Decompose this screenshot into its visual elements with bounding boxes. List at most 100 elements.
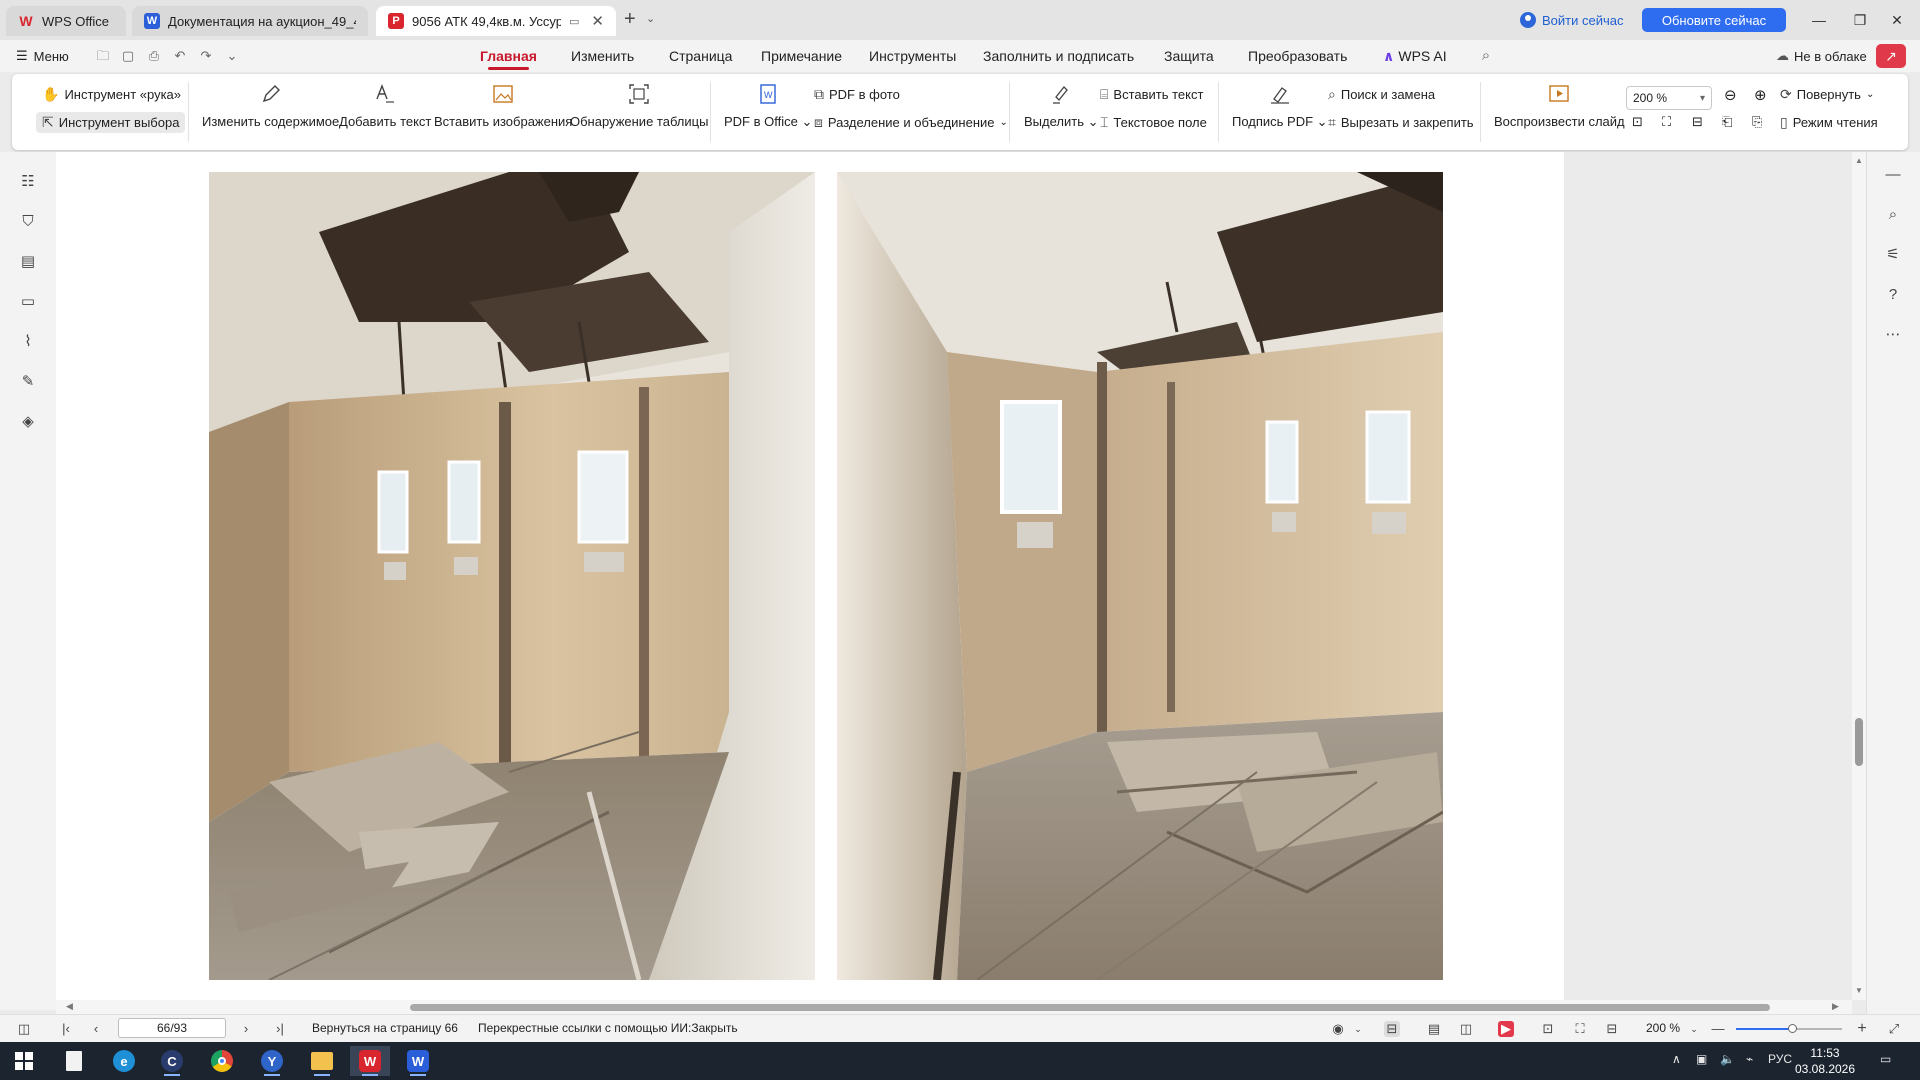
attachment-icon[interactable]: ⌇	[20, 334, 36, 350]
undo-icon[interactable]: ↶	[172, 49, 188, 63]
zoom-out-icon[interactable]: —	[1710, 1021, 1726, 1037]
first-page-icon[interactable]: |‹	[58, 1021, 74, 1037]
update-button[interactable]: Обновите сейчас	[1642, 8, 1786, 32]
zoom-out-icon[interactable]: ⊖	[1724, 86, 1737, 104]
add-text-button[interactable]: Добавить текст	[339, 80, 431, 129]
document-viewport[interactable]	[56, 152, 1852, 1000]
tab-wps-office[interactable]: W WPS Office	[6, 6, 126, 36]
save-icon[interactable]: ▢	[120, 49, 136, 63]
two-page-icon[interactable]: ◫	[1458, 1021, 1474, 1037]
taskbar-explorer[interactable]	[302, 1046, 342, 1076]
thumbnails-icon[interactable]: ▤	[20, 254, 36, 270]
cloud-status-button[interactable]: ☁ Не в облаке	[1776, 48, 1867, 64]
restore-icon[interactable]: ❐	[1845, 8, 1875, 32]
login-button[interactable]: Войти сейчас	[1520, 10, 1624, 30]
tab-page[interactable]: Страница	[669, 48, 732, 64]
tab-home[interactable]: Главная	[480, 48, 537, 70]
insert-text-button[interactable]: ⌸ Вставить текст	[1100, 86, 1203, 103]
zoom-slider-handle[interactable]	[1788, 1024, 1797, 1033]
fit-width-icon[interactable]: ⊟	[1604, 1021, 1620, 1037]
redo-icon[interactable]: ↷	[198, 49, 214, 63]
insert-images-button[interactable]: Вставить изображения	[434, 80, 572, 129]
chevron-down-icon[interactable]: ⌄	[646, 12, 655, 25]
chevron-down-icon[interactable]: ⌄	[224, 49, 240, 63]
fit-page-icon[interactable]: ⛶	[1572, 1021, 1588, 1037]
taskbar-word[interactable]: W	[398, 1046, 438, 1076]
tab-edit[interactable]: Изменить	[571, 48, 634, 64]
scroll-right-icon[interactable]: ▶	[1832, 1001, 1839, 1012]
text-field-button[interactable]: ⌶ Текстовое поле	[1100, 114, 1207, 131]
tray-chevron-icon[interactable]: ∧	[1672, 1052, 1681, 1066]
signature-panel-icon[interactable]: ✎	[20, 374, 36, 390]
prev-page-icon[interactable]: ‹	[88, 1021, 104, 1037]
rotate-button[interactable]: ⟳ Повернуть ⌄	[1780, 86, 1874, 103]
open-folder-icon[interactable]: 🗀	[95, 49, 111, 63]
eye-icon[interactable]: ◉	[1330, 1021, 1346, 1037]
cut-pin-button[interactable]: ⌗ Вырезать и закрепить	[1328, 114, 1474, 131]
find-replace-button[interactable]: ⌕ Поиск и замена	[1328, 86, 1435, 103]
fit-width-icon[interactable]: ⊟	[1692, 114, 1703, 130]
share-button[interactable]: ↗	[1876, 44, 1906, 68]
reading-mode-button[interactable]: ▯ Режим чтения	[1780, 114, 1878, 131]
scroll-down-icon[interactable]: ▼	[1855, 986, 1863, 995]
zoom-slider[interactable]	[1736, 1024, 1842, 1033]
close-tab-icon[interactable]: ✕	[591, 12, 604, 30]
actual-size-icon[interactable]: ⊡	[1540, 1021, 1556, 1037]
collapse-icon[interactable]: —	[1884, 166, 1902, 184]
minimize-icon[interactable]: —	[1804, 8, 1834, 32]
taskbar-yandex[interactable]: Y	[252, 1046, 292, 1076]
layers-icon[interactable]: ◈	[20, 414, 36, 430]
actual-size-icon[interactable]: ⊡	[1632, 114, 1643, 130]
fullscreen-icon[interactable]: ⤢	[1886, 1021, 1902, 1037]
split-merge-button[interactable]: ⧈ Разделение и объединение ⌄	[814, 114, 1008, 131]
hand-tool-button[interactable]: ✋ Инструмент «рука»	[42, 86, 181, 103]
network-icon[interactable]: ⌁	[1746, 1052, 1753, 1066]
tab-comment[interactable]: Примечание	[761, 48, 842, 64]
horizontal-scrollbar[interactable]: ◀ ▶	[56, 1000, 1852, 1014]
start-button[interactable]	[4, 1046, 44, 1076]
scroll-left-icon[interactable]: ◀	[66, 1001, 73, 1012]
play-slide-button[interactable]: Воспроизвести слайд	[1494, 80, 1625, 129]
scroll-up-icon[interactable]: ▲	[1855, 156, 1863, 165]
tab-wps-ai[interactable]: ∧ WPS AI	[1383, 48, 1447, 65]
settings-sliders-icon[interactable]: ⚟	[1884, 246, 1902, 264]
zoom-in-icon[interactable]: ⊕	[1754, 86, 1767, 104]
tab-fill-sign[interactable]: Заполнить и подписать	[983, 48, 1134, 64]
new-tab-icon[interactable]: +	[624, 8, 636, 31]
taskbar-edge[interactable]: e	[104, 1046, 144, 1076]
chevron-down-icon[interactable]: ⌄	[1686, 1021, 1702, 1037]
close-window-icon[interactable]: ✕	[1882, 8, 1912, 32]
clock[interactable]: 11:53 03.08.2026	[1790, 1045, 1860, 1077]
bookmark-icon[interactable]: ⛉	[20, 214, 36, 230]
scroll-thumb[interactable]	[410, 1004, 1770, 1011]
notifications-icon[interactable]: ▭	[1880, 1052, 1891, 1066]
help-icon[interactable]: ?	[1884, 286, 1902, 304]
more-icon[interactable]: ⋯	[1884, 326, 1902, 344]
search-icon[interactable]: ⌕	[1884, 206, 1902, 224]
tab-protect[interactable]: Защита	[1164, 48, 1214, 64]
pdf-to-photo-button[interactable]: ⧉ PDF в фото	[814, 86, 900, 103]
page-number-input[interactable]: 66/93	[118, 1018, 226, 1038]
meet-icon[interactable]: ▣	[1696, 1052, 1707, 1066]
zoom-level[interactable]: 200 %	[1646, 1021, 1680, 1035]
next-page-icon[interactable]: ›	[238, 1021, 254, 1037]
language-indicator[interactable]: РУС	[1768, 1052, 1792, 1066]
ai-crossrefs-status[interactable]: Перекрестные ссылки с помощью ИИ:Закрыть	[478, 1021, 738, 1035]
scroll-thumb[interactable]	[1855, 718, 1863, 766]
rotate-right-icon[interactable]: ⎘	[1752, 114, 1762, 130]
taskbar-file-app[interactable]	[54, 1046, 94, 1076]
select-tool-button[interactable]: ⇱ Инструмент выбора	[36, 112, 186, 133]
single-page-icon[interactable]: ⊟	[1384, 1021, 1400, 1037]
last-page-icon[interactable]: ›|	[272, 1021, 288, 1037]
edit-content-button[interactable]: Изменить содержимое	[202, 80, 339, 129]
print-icon[interactable]: ⎙	[146, 49, 162, 63]
detect-table-button[interactable]: Обнаружение таблицы	[570, 80, 708, 129]
zoom-select[interactable]: 200 % ▾	[1626, 86, 1712, 110]
search-icon[interactable]: ⌕	[1478, 48, 1494, 63]
outline-icon[interactable]: ☷	[20, 174, 36, 190]
taskbar-wps[interactable]: W	[350, 1046, 390, 1076]
highlight-button[interactable]: Выделить ⌄	[1024, 80, 1099, 130]
tab-pdf-document[interactable]: P 9056 АТК 49,4кв.м. Уссурийс ▭ ✕	[376, 6, 616, 36]
chevron-down-icon[interactable]: ⌄	[1350, 1021, 1366, 1037]
fit-page-icon[interactable]: ⛶	[1662, 114, 1671, 130]
